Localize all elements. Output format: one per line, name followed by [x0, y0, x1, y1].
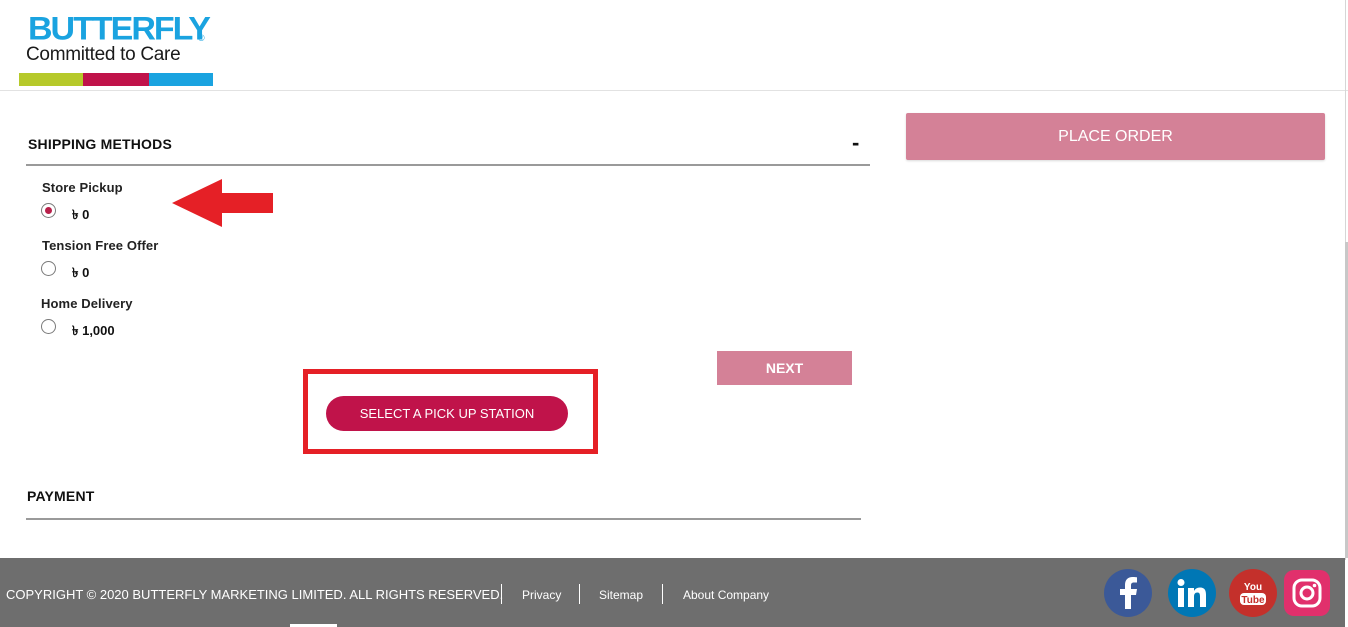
shipping-collapse-toggle[interactable]: - [852, 132, 859, 154]
price-home-delivery: ৳ 1,000 [72, 323, 115, 338]
linkedin-icon[interactable] [1168, 569, 1216, 617]
method-label-store-pickup: Store Pickup [42, 180, 123, 195]
facebook-icon[interactable] [1104, 569, 1152, 617]
payment-divider [26, 518, 861, 520]
logo-bar-crimson [83, 73, 149, 86]
radio-home-delivery[interactable] [41, 319, 56, 334]
youtube-icon[interactable]: You Tube [1229, 569, 1277, 617]
logo-tagline: Committed to Care [26, 44, 181, 65]
select-pickup-station-button[interactable]: SELECT A PICK UP STATION [326, 396, 568, 431]
site-header: BUTTERFLY ® Committed to Care [0, 0, 1348, 91]
footer-link-about-company[interactable]: About Company [683, 588, 769, 602]
shipping-methods-title: SHIPPING METHODS [28, 136, 172, 152]
footer-separator [579, 584, 580, 604]
left-arrow-icon [172, 179, 273, 227]
footer-link-sitemap[interactable]: Sitemap [599, 588, 643, 602]
price-tension-free-offer: ৳ 0 [72, 265, 90, 280]
butterfly-logo[interactable]: BUTTERFLY ® Committed to Care [18, 12, 214, 87]
footer-link-privacy[interactable]: Privacy [522, 588, 561, 602]
footer-separator [501, 584, 502, 604]
logo-color-bars [19, 73, 213, 86]
method-label-home-delivery: Home Delivery [41, 296, 133, 311]
payment-title: PAYMENT [27, 488, 95, 504]
method-label-tension-free-offer: Tension Free Offer [42, 238, 159, 253]
site-footer: COPYRIGHT © 2020 BUTTERFLY MARKETING LIM… [0, 558, 1345, 627]
logo-bar-green [19, 73, 83, 86]
logo-registered-mark: ® [198, 33, 205, 43]
place-order-button[interactable]: PLACE ORDER [906, 113, 1325, 160]
logo-wordmark: BUTTERFLY [28, 10, 211, 48]
price-store-pickup: ৳ 0 [72, 207, 90, 222]
footer-separator [662, 584, 663, 604]
shipping-divider [26, 164, 870, 166]
svg-text:You: You [1244, 582, 1262, 593]
svg-text:Tube: Tube [1241, 595, 1265, 606]
next-button[interactable]: NEXT [717, 351, 852, 385]
instagram-icon[interactable] [1284, 570, 1330, 616]
copyright-text: COPYRIGHT © 2020 BUTTERFLY MARKETING LIM… [6, 587, 504, 602]
radio-tension-free-offer[interactable] [41, 261, 56, 276]
logo-bar-blue [149, 73, 213, 86]
radio-store-pickup[interactable] [41, 203, 56, 218]
